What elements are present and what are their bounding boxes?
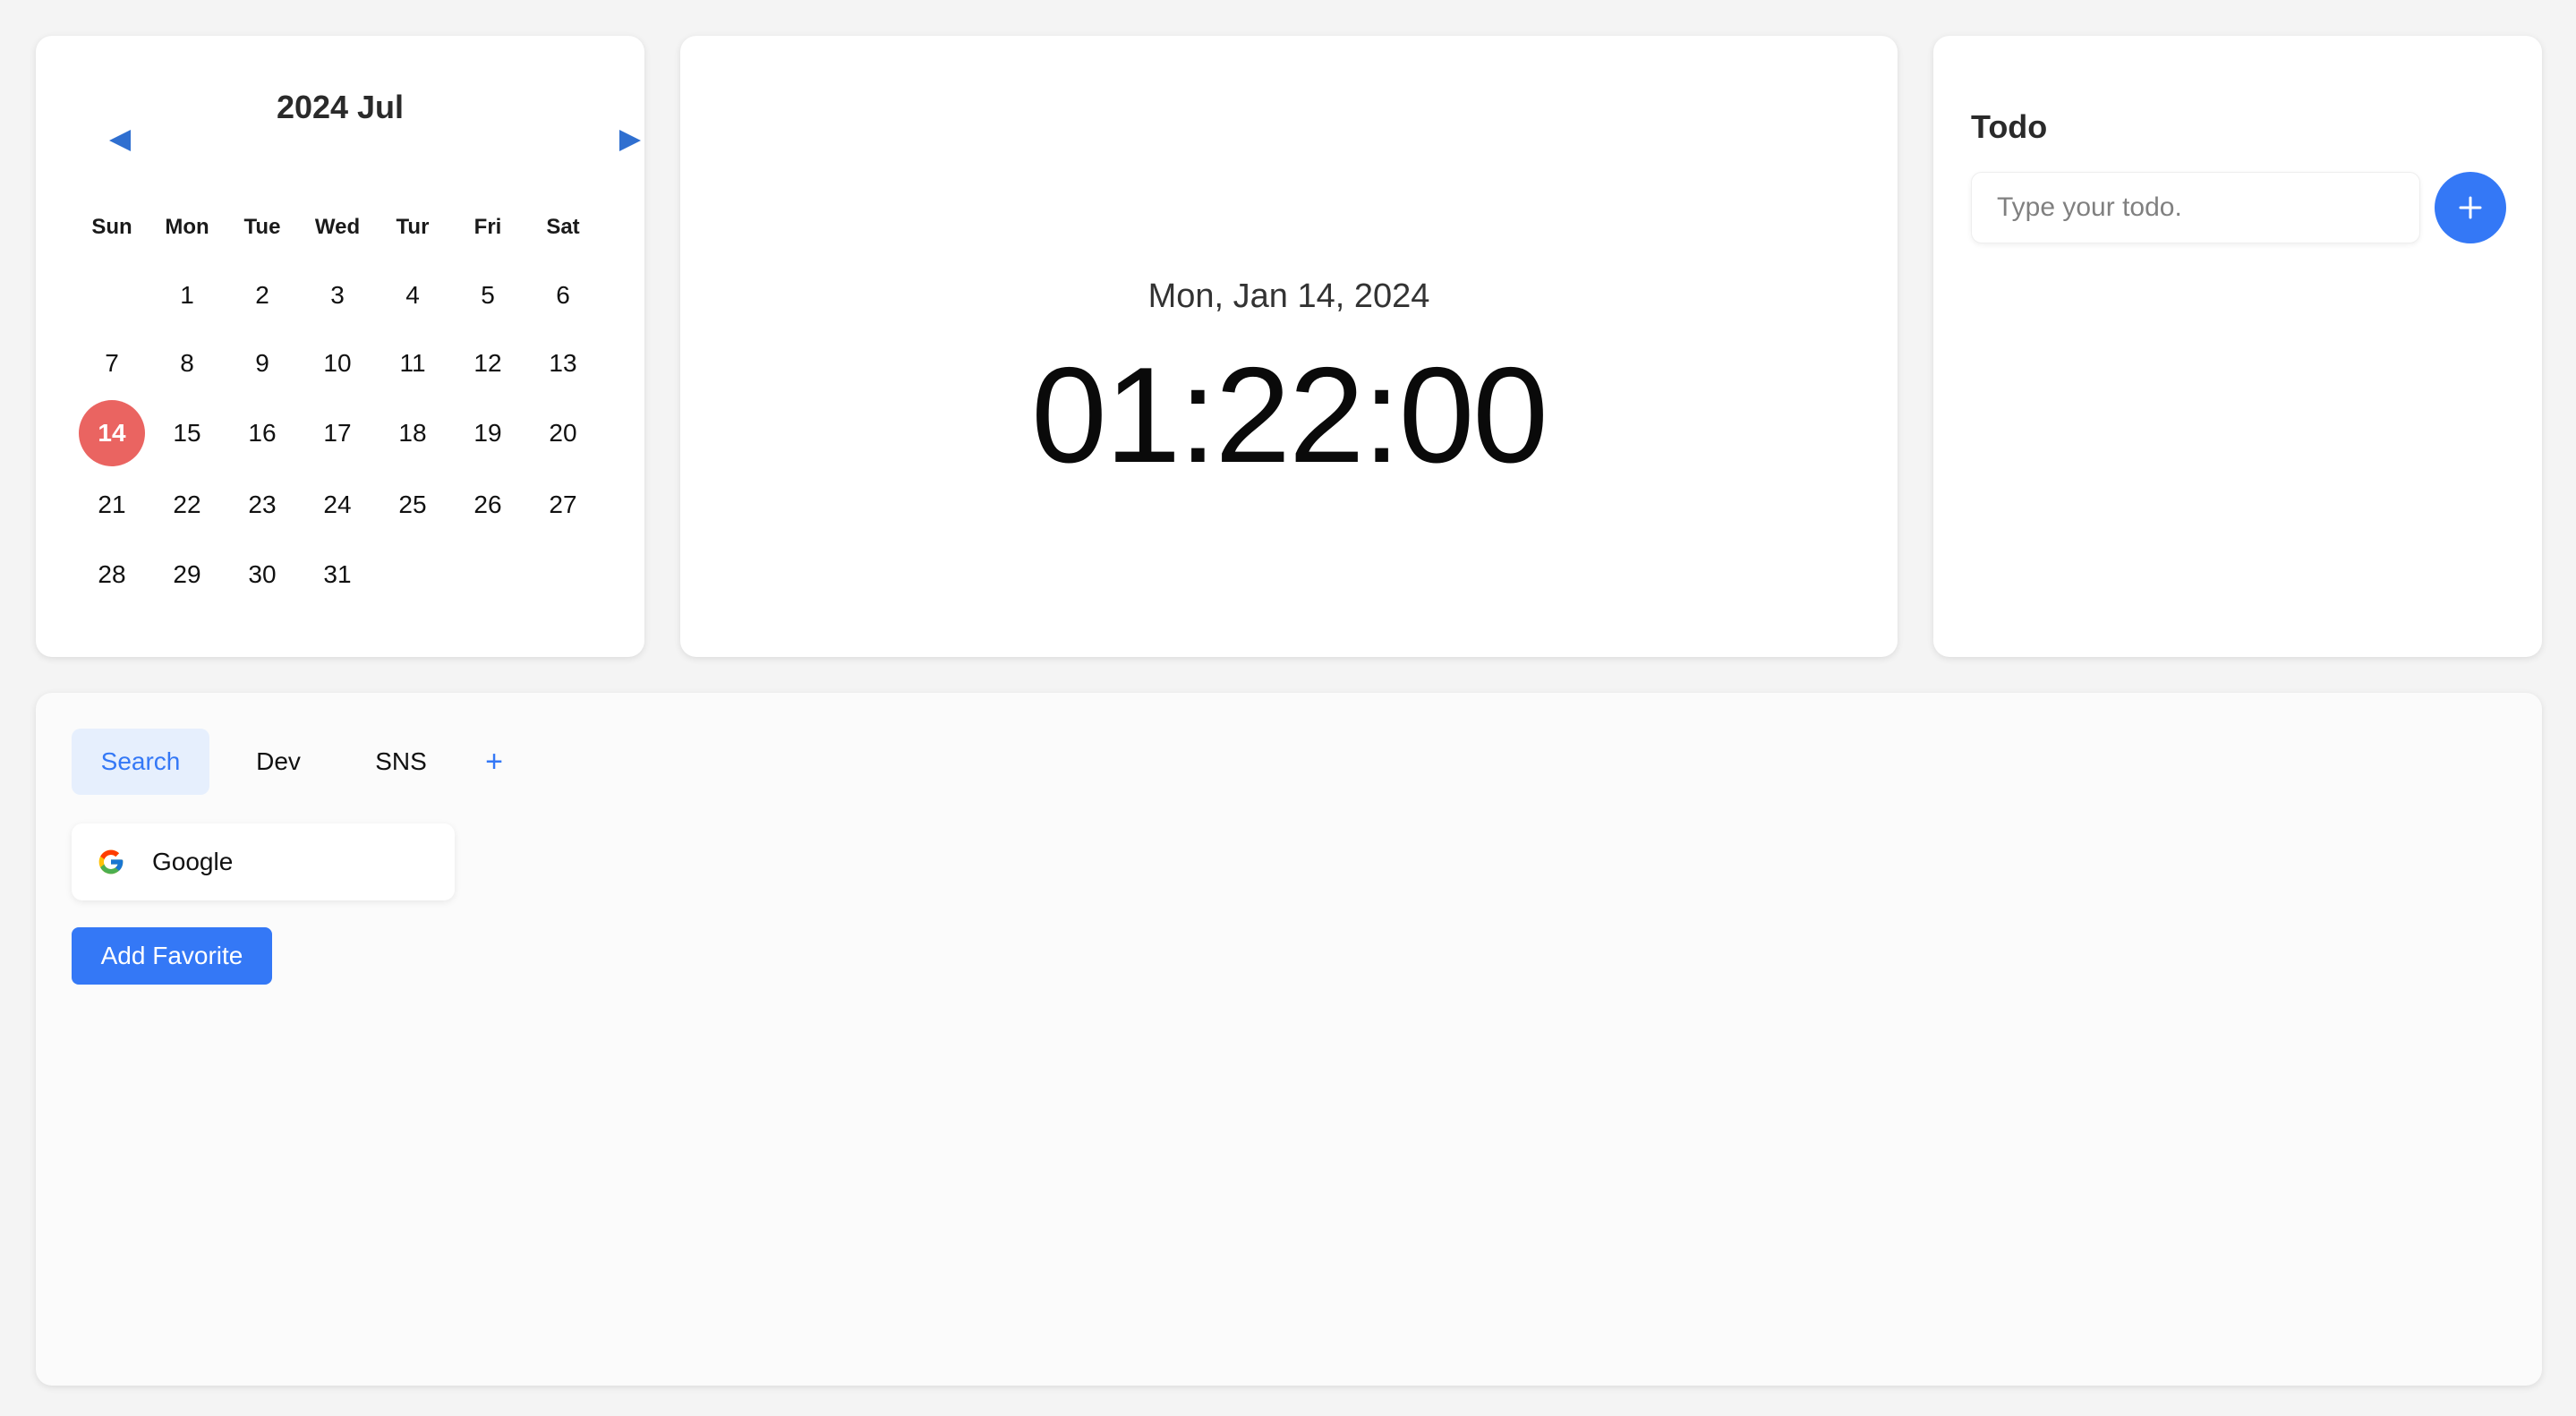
calendar-empty-cell (74, 261, 149, 329)
calendar-grid: Sun Mon Tue Wed Tur Fri Sat 1 2 3 4 5 6 … (74, 193, 601, 609)
calendar-day[interactable]: 12 (450, 329, 525, 397)
favorites-tabs: Search Dev SNS + (72, 729, 533, 795)
calendar-day[interactable]: 1 (149, 261, 225, 329)
calendar-day[interactable]: 23 (225, 469, 300, 541)
triangle-left-icon (109, 130, 131, 151)
calendar-day[interactable]: 11 (375, 329, 450, 397)
add-tab-button[interactable]: + (455, 729, 533, 795)
calendar-day[interactable]: 6 (525, 261, 601, 329)
clock-date: Mon, Jan 14, 2024 (1147, 277, 1430, 315)
prev-month-button[interactable] (102, 125, 138, 156)
calendar-day-selected[interactable]: 14 (74, 397, 149, 469)
calendar-day[interactable]: 25 (375, 469, 450, 541)
clock-card: Mon, Jan 14, 2024 01:22:00 (680, 36, 1898, 657)
calendar-day[interactable]: 27 (525, 469, 601, 541)
triangle-right-icon (619, 130, 641, 151)
next-month-button[interactable] (612, 125, 648, 156)
tab-dev[interactable]: Dev (209, 729, 347, 795)
calendar-week-5: 28 29 30 31 (74, 541, 601, 609)
calendar-day[interactable]: 7 (74, 329, 149, 397)
favorite-item-google[interactable]: Google (72, 823, 455, 900)
todo-title: Todo (1971, 108, 2048, 145)
plus-icon (2459, 196, 2482, 219)
weekday-wed: Wed (314, 215, 361, 239)
calendar-week-1: 1 2 3 4 5 6 (74, 261, 601, 329)
weekday-thu: Tur (396, 215, 430, 239)
google-icon (97, 848, 125, 876)
calendar-day[interactable]: 28 (74, 541, 149, 609)
favorites-panel: Search Dev SNS + Google Add Favorite (36, 693, 2542, 1386)
calendar-week-3: 14 15 16 17 18 19 20 (74, 397, 601, 469)
calendar-day[interactable]: 19 (450, 397, 525, 469)
add-todo-button[interactable] (2435, 172, 2506, 243)
calendar-day[interactable]: 13 (525, 329, 601, 397)
calendar-day[interactable]: 26 (450, 469, 525, 541)
calendar-day[interactable]: 4 (375, 261, 450, 329)
calendar-day[interactable]: 16 (225, 397, 300, 469)
weekday-sun: Sun (91, 215, 132, 239)
calendar-week-2: 7 8 9 10 11 12 13 (74, 329, 601, 397)
add-favorite-button[interactable]: Add Favorite (72, 927, 272, 985)
calendar-day[interactable]: 21 (74, 469, 149, 541)
tab-search[interactable]: Search (72, 729, 209, 795)
calendar-day[interactable]: 20 (525, 397, 601, 469)
calendar-empty-cell (450, 541, 525, 609)
calendar-day[interactable]: 18 (375, 397, 450, 469)
weekday-sat: Sat (546, 215, 580, 239)
calendar-day[interactable]: 15 (149, 397, 225, 469)
calendar-card: 2024 Jul Sun Mon Tue Wed Tur Fri Sat 1 2… (36, 36, 644, 657)
calendar-day[interactable]: 24 (300, 469, 375, 541)
selected-day-badge: 14 (79, 400, 145, 466)
clock-time: 01:22:00 (1031, 339, 1548, 491)
calendar-day[interactable]: 5 (450, 261, 525, 329)
todo-input[interactable] (1971, 172, 2420, 243)
calendar-day[interactable]: 2 (225, 261, 300, 329)
tab-sns[interactable]: SNS (347, 729, 455, 795)
calendar-empty-cell (525, 541, 601, 609)
calendar-day[interactable]: 31 (300, 541, 375, 609)
weekday-fri: Fri (473, 215, 502, 239)
calendar-day[interactable]: 29 (149, 541, 225, 609)
calendar-day[interactable]: 17 (300, 397, 375, 469)
calendar-title: 2024 Jul (276, 89, 405, 125)
calendar-day[interactable]: 10 (300, 329, 375, 397)
calendar-empty-cell (375, 541, 450, 609)
weekday-mon: Mon (165, 215, 209, 239)
calendar-day[interactable]: 9 (225, 329, 300, 397)
weekday-header-row: Sun Mon Tue Wed Tur Fri Sat (74, 193, 601, 261)
calendar-day[interactable]: 8 (149, 329, 225, 397)
calendar-day[interactable]: 22 (149, 469, 225, 541)
calendar-week-4: 21 22 23 24 25 26 27 (74, 469, 601, 541)
calendar-day[interactable]: 3 (300, 261, 375, 329)
favorite-item-label: Google (152, 848, 234, 875)
todo-card: Todo (1933, 36, 2542, 657)
calendar-day[interactable]: 30 (225, 541, 300, 609)
weekday-tue: Tue (243, 215, 281, 239)
